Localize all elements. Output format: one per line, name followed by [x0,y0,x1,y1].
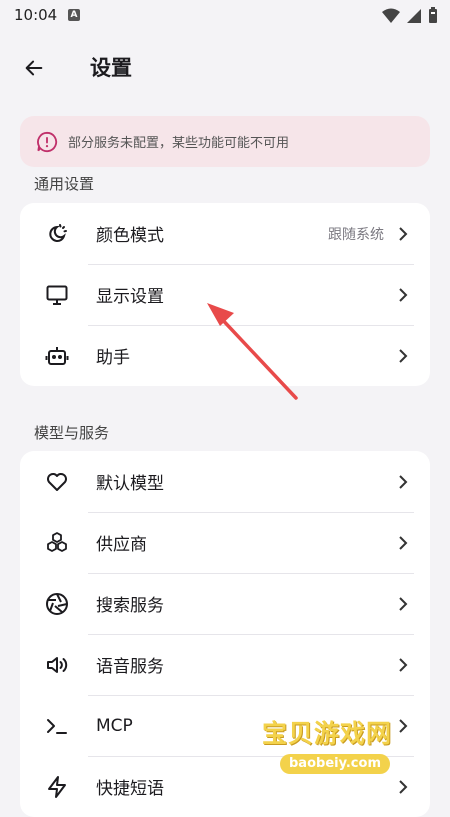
section-title-general: 通用设置 [34,175,95,193]
speaker-icon [45,653,69,677]
settings-item-search-service[interactable]: 搜索服务 [20,573,430,634]
settings-item-label: 助手 [96,348,130,368]
settings-item-label: 搜索服务 [96,596,164,616]
settings-item-color-mode[interactable]: 颜色模式 跟随系统 [20,203,430,264]
warning-text: 部分服务未配置，某些功能可能不可用 [68,136,290,151]
chevron-right-icon [398,287,412,302]
settings-item-provider[interactable]: 供应商 [20,512,430,573]
settings-item-default-model[interactable]: 默认模型 [20,451,430,512]
chevron-right-icon [398,596,412,611]
watermark-url: baobeiy.com [280,754,390,774]
lightning-icon [45,775,69,799]
section-title-models: 模型与服务 [34,424,110,442]
chevron-right-icon [398,657,412,672]
arrow-left-icon [25,60,43,76]
page-title: 设置 [90,56,132,80]
chevron-right-icon [398,535,412,550]
chevron-right-icon [398,226,412,241]
chevron-right-icon [398,474,412,489]
chevron-right-icon [398,348,412,363]
watermark-text: 宝贝游戏网 [262,719,393,748]
app-bar: 设置 [0,40,450,96]
status-time: 10:04 [14,6,58,24]
settings-item-label: 颜色模式 [96,226,164,246]
status-icons [382,7,438,24]
boxes-icon [45,531,69,555]
robot-icon [45,344,69,368]
palette-icon [45,222,69,246]
settings-item-display[interactable]: 显示设置 [20,264,430,325]
battery-icon [429,7,437,23]
general-settings-card: 颜色模式 跟随系统 显示设置 助手 [20,203,430,386]
signal-icon [407,8,421,23]
settings-item-label: 供应商 [96,535,147,555]
watermark-logo: 宝贝游戏网 baobeiy.com [262,712,422,782]
terminal-icon [45,714,69,738]
settings-item-label: 显示设置 [96,287,164,307]
settings-item-label: 语音服务 [96,657,164,677]
back-button[interactable] [16,50,52,86]
settings-item-assistant[interactable]: 助手 [20,325,430,386]
wifi-icon [382,8,400,23]
monitor-icon [45,283,69,307]
heart-icon [45,470,69,494]
settings-item-value: 跟随系统 [328,226,384,243]
aperture-icon [45,592,69,616]
settings-item-label: 默认模型 [96,474,164,494]
settings-item-voice-service[interactable]: 语音服务 [20,634,430,695]
alert-message-icon [36,131,58,153]
warning-banner: 部分服务未配置，某些功能可能不可用 [20,116,430,167]
notification-icon: A [68,9,80,21]
status-bar: 10:04 A [0,0,450,34]
